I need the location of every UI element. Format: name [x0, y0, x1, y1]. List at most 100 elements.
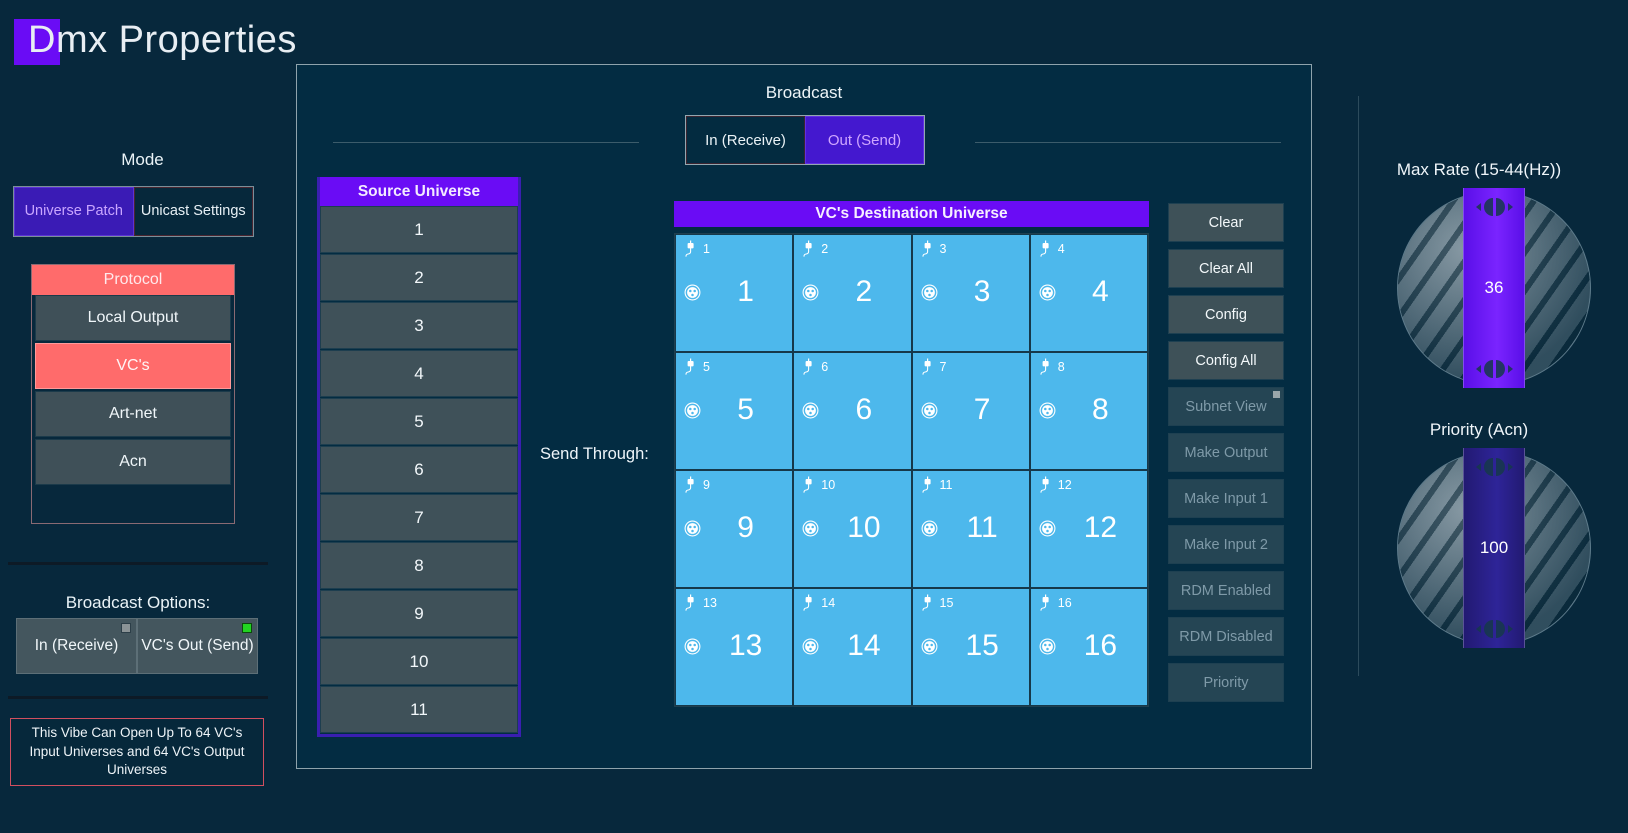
- dmx-connector-icon: [802, 402, 819, 418]
- destination-cell-index: 10: [821, 477, 836, 492]
- list-item[interactable]: 6: [320, 446, 518, 493]
- destination-cell[interactable]: 22: [794, 235, 911, 351]
- destination-cell[interactable]: 66: [794, 353, 911, 469]
- protocol-item-artnet[interactable]: Art-net: [35, 391, 231, 437]
- broadcast-option-vcs-out-send-button[interactable]: VC's Out (Send): [137, 618, 258, 674]
- dmx-properties-window: Dmx Properties Mode Universe Patch Unica…: [0, 0, 1628, 833]
- destination-cell-index: 11: [939, 477, 953, 492]
- destination-cell-body: 10: [802, 513, 904, 543]
- destination-cell[interactable]: 55: [676, 353, 793, 469]
- plug-icon: [1040, 594, 1049, 611]
- increase-arrow-icon[interactable]: [1475, 458, 1513, 476]
- page-title-label: Dmx Properties: [28, 19, 297, 61]
- destination-cell-value: 3: [973, 275, 991, 308]
- destination-cell-header: 7: [921, 358, 946, 375]
- list-item[interactable]: 4: [320, 350, 518, 397]
- priority-dial[interactable]: 100: [1398, 448, 1590, 648]
- dial-sidebar: Max Rate (15-44(Hz)) 36 Priority (Acn) 1…: [1330, 0, 1628, 833]
- action-button-label: Make Output: [1184, 444, 1268, 461]
- destination-universe-header: VC's Destination Universe: [674, 201, 1149, 227]
- action-button-subnet-view[interactable]: Subnet View: [1168, 387, 1284, 426]
- destination-cell-value: 16: [1083, 629, 1118, 662]
- destination-cell-header: 6: [802, 358, 828, 375]
- protocol-item-local-output[interactable]: Local Output: [35, 295, 231, 341]
- protocol-item-vcs[interactable]: VC's: [35, 343, 231, 389]
- plug-icon: [1040, 240, 1049, 257]
- destination-cell[interactable]: 13 13: [676, 589, 793, 705]
- destination-universe-grid: 1 1 2 2 3 3 4 4 5 5 6 6 7 7 8 8 9 9 10 10 11 11 12 12 13 13 14 14 15…: [674, 233, 1149, 707]
- action-button-priority[interactable]: Priority: [1168, 663, 1284, 702]
- destination-cell-value: 7: [973, 393, 991, 426]
- decrease-arrow-icon[interactable]: [1475, 360, 1513, 378]
- dmx-connector-icon: [1039, 520, 1056, 536]
- destination-cell[interactable]: 10 10: [794, 471, 911, 587]
- plug-icon: [921, 358, 931, 375]
- increase-arrow-icon[interactable]: [1475, 198, 1513, 216]
- action-button-make-input-1[interactable]: Make Input 1: [1168, 479, 1284, 518]
- destination-cell[interactable]: 14 14: [794, 589, 911, 705]
- left-sidebar: Mode Universe Patch Unicast Settings Pro…: [0, 150, 285, 786]
- plug-icon: [1040, 476, 1049, 493]
- broadcast-label: Broadcast: [765, 83, 843, 102]
- destination-cell-index: 4: [1057, 241, 1065, 256]
- dmx-connector-icon: [684, 284, 701, 300]
- action-button-rdm-enabled[interactable]: RDM Enabled: [1168, 571, 1284, 610]
- action-button-config[interactable]: Config: [1168, 295, 1284, 334]
- destination-cell-body: 6: [802, 395, 904, 425]
- in-receive-led-icon: [121, 623, 131, 633]
- mode-label: Mode: [121, 150, 164, 169]
- broadcast-out-send-button[interactable]: Out (Send): [805, 116, 924, 164]
- send-through-label: Send Through:: [540, 445, 649, 463]
- destination-cell-index: 2: [821, 241, 829, 256]
- destination-cell[interactable]: 11: [676, 235, 793, 351]
- action-button-clear[interactable]: Clear: [1168, 203, 1284, 242]
- destination-cell[interactable]: 16 16: [1030, 589, 1147, 705]
- decrease-arrow-icon[interactable]: [1475, 620, 1513, 638]
- broadcast-option-in-receive-button[interactable]: In (Receive): [16, 618, 137, 674]
- destination-cell-value: 5: [737, 393, 754, 426]
- destination-cell[interactable]: 99: [676, 471, 793, 587]
- destination-cell-index: 16: [1057, 595, 1072, 610]
- destination-cell[interactable]: 88: [1030, 353, 1147, 469]
- max-rate-dial[interactable]: 36: [1398, 188, 1590, 388]
- destination-cell[interactable]: 15 15: [912, 589, 1029, 705]
- action-button-clear-all[interactable]: Clear All: [1168, 249, 1284, 288]
- action-button-make-output[interactable]: Make Output: [1168, 433, 1284, 472]
- list-item[interactable]: 3: [320, 302, 518, 349]
- action-button-make-input-2[interactable]: Make Input 2: [1168, 525, 1284, 564]
- main-panel: Broadcast In (Receive) Out (Send) Source…: [296, 64, 1312, 769]
- destination-cell[interactable]: 11 11: [912, 471, 1029, 587]
- capacity-note: This Vibe Can Open Up To 64 VC's Input U…: [10, 718, 264, 786]
- destination-cell-value: 4: [1092, 275, 1109, 308]
- mode-unicast-settings-button[interactable]: Unicast Settings: [133, 187, 253, 236]
- list-item[interactable]: 10: [320, 638, 518, 685]
- list-item[interactable]: 11: [320, 686, 518, 733]
- destination-cell-value: 13: [728, 629, 763, 662]
- plug-icon: [685, 358, 694, 375]
- protocol-header: Protocol: [32, 265, 234, 295]
- broadcast-in-receive-button[interactable]: In (Receive): [686, 116, 805, 164]
- action-button-config-all[interactable]: Config All: [1168, 341, 1284, 380]
- separator-left: [333, 142, 639, 143]
- action-button-rdm-disabled[interactable]: RDM Disabled: [1168, 617, 1284, 656]
- dmx-connector-icon: [802, 520, 819, 536]
- destination-cell-body: 3: [921, 277, 1023, 307]
- mode-universe-patch-button[interactable]: Universe Patch: [14, 187, 134, 236]
- protocol-item-acn[interactable]: Acn: [35, 439, 231, 485]
- list-item[interactable]: 1: [320, 206, 518, 253]
- list-item[interactable]: 2: [320, 254, 518, 301]
- destination-cell[interactable]: 12 12: [1030, 471, 1147, 587]
- dmx-connector-icon: [1039, 402, 1056, 418]
- destination-cell[interactable]: 33: [912, 235, 1029, 351]
- list-item[interactable]: 8: [320, 542, 518, 589]
- list-item[interactable]: 7: [320, 494, 518, 541]
- list-item[interactable]: 9: [320, 590, 518, 637]
- plug-icon: [803, 358, 812, 375]
- destination-cell[interactable]: 77: [912, 353, 1029, 469]
- destination-cell-value: 15: [965, 629, 999, 662]
- destination-cell[interactable]: 44: [1030, 235, 1147, 351]
- max-rate-dial-bar[interactable]: 36: [1463, 188, 1525, 388]
- list-item[interactable]: 5: [320, 398, 518, 445]
- priority-dial-bar[interactable]: 100: [1463, 448, 1525, 648]
- dmx-connector-icon: [1039, 638, 1056, 654]
